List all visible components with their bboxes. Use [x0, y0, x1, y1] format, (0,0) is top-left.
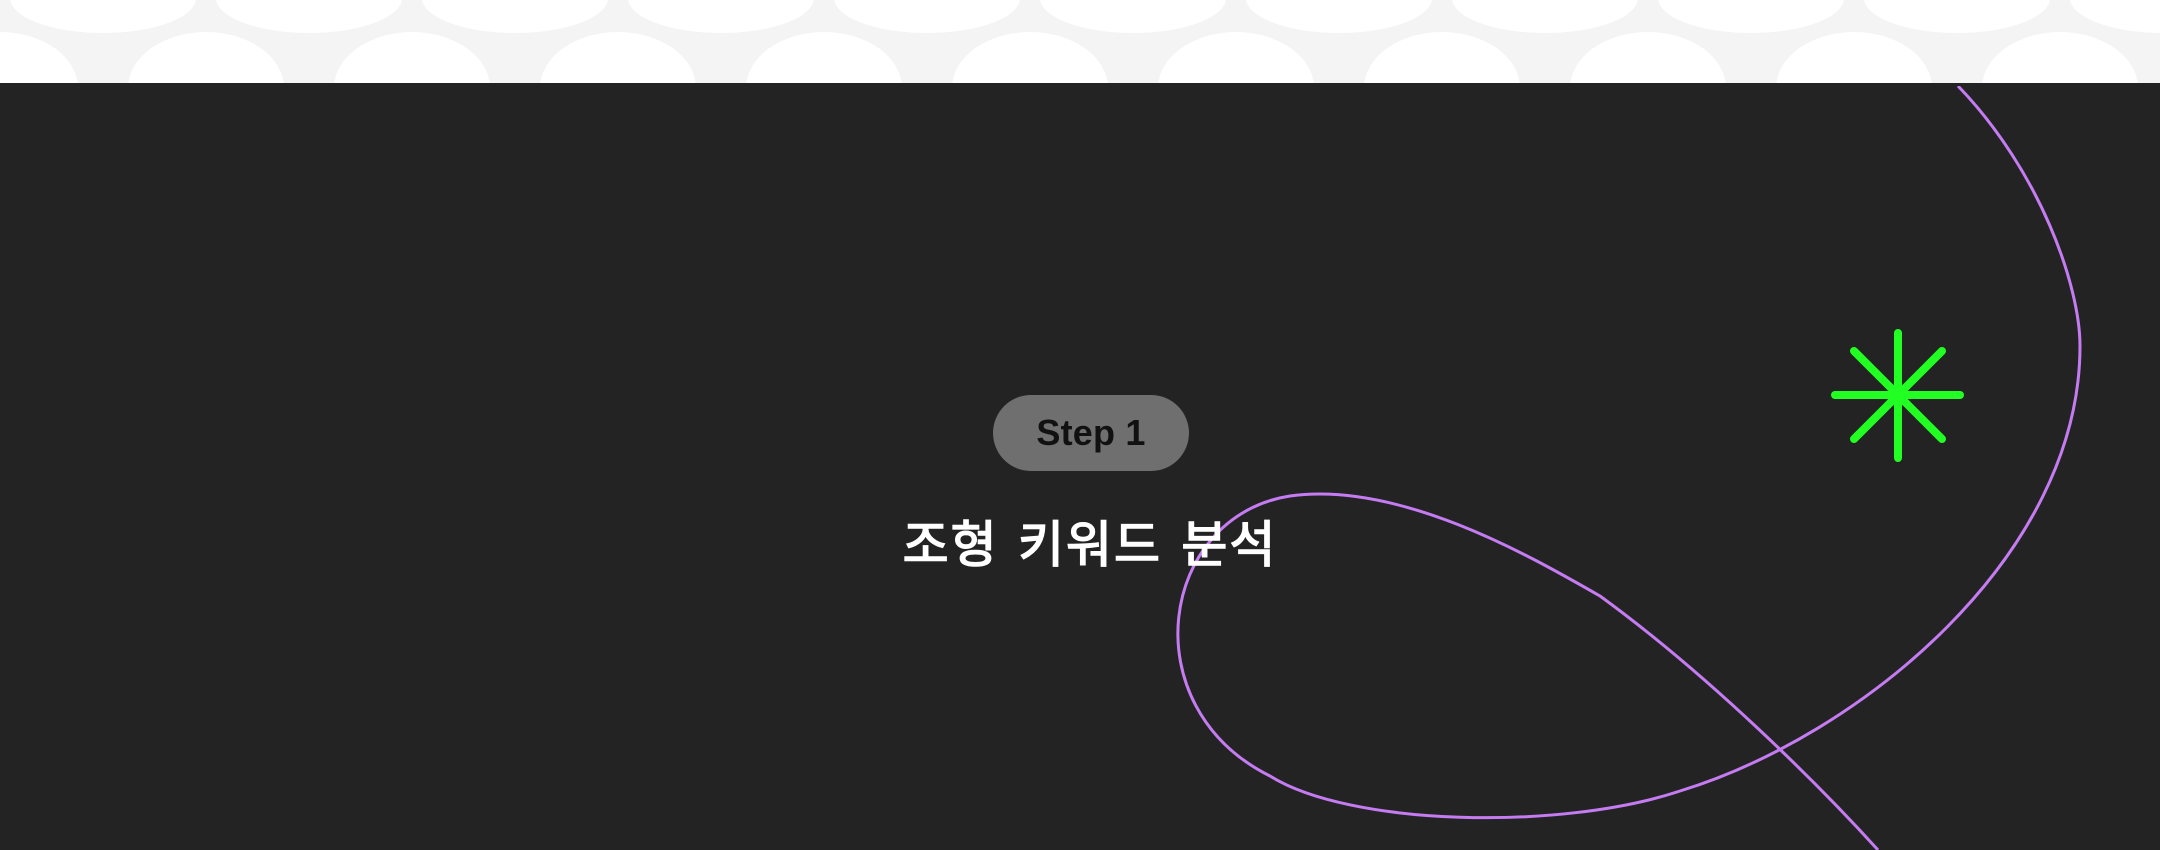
asterisk-icon — [1831, 329, 1964, 462]
section-title: 조형 키워드 분석 — [902, 516, 1278, 574]
scallop-pattern — [0, 0, 2160, 86]
pattern-band — [0, 0, 2160, 86]
step-badge: Step 1 — [993, 395, 1189, 471]
loop-curve — [1176, 86, 2082, 850]
step-badge-label: Step 1 — [1036, 412, 1146, 453]
